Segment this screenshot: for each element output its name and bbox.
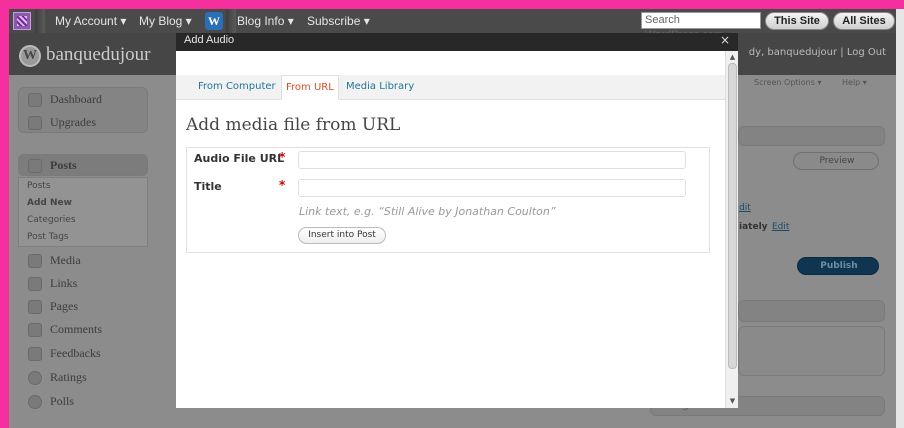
scroll-down-arrow-icon[interactable]: ▼	[726, 396, 739, 406]
preview-button[interactable]: Preview	[793, 152, 879, 170]
site-favicon-icon[interactable]	[13, 12, 31, 30]
media-icon	[28, 254, 42, 268]
publish-box-header	[738, 126, 885, 146]
tab-media-library[interactable]: Media Library	[342, 75, 418, 100]
menu-item-pages[interactable]: Pages	[18, 296, 148, 318]
scrollbar-thumb[interactable]	[728, 63, 737, 369]
dashboard-icon	[28, 93, 42, 107]
menu-item-feedbacks[interactable]: Feedbacks	[18, 343, 148, 365]
required-mark: *	[279, 150, 286, 164]
submenu-item-post-tags[interactable]: Post Tags	[19, 229, 147, 246]
add-audio-modal: From Computer From URL Media Library Add…	[176, 51, 738, 408]
modal-titlebar: Add Audio	[176, 33, 738, 51]
menu-item-posts[interactable]: Posts	[18, 155, 148, 177]
page-scrollbar[interactable]	[896, 9, 904, 428]
media-tabs: From Computer From URL Media Library	[176, 75, 725, 100]
modal-title: Add Audio	[184, 34, 235, 46]
insert-into-post-button[interactable]: Insert into Post	[298, 227, 386, 244]
pages-icon	[28, 300, 42, 314]
sidebar-box	[738, 300, 885, 322]
posts-submenu: Posts Add New Categories Post Tags	[18, 177, 148, 247]
posts-icon	[28, 159, 42, 173]
links-icon	[28, 277, 42, 291]
modal-scrollbar[interactable]: ▲ ▼	[725, 51, 738, 408]
edit-schedule-link[interactable]: Edit	[772, 222, 789, 232]
all-sites-button[interactable]: All Sites	[833, 12, 895, 30]
menu-item-links[interactable]: Links	[18, 273, 148, 295]
comments-icon	[28, 323, 42, 337]
page-title: Add media file from URL	[186, 115, 401, 135]
audio-url-label: Audio File URL	[194, 152, 285, 165]
help-button[interactable]: Help ▾	[842, 78, 867, 87]
submenu-item-add-new[interactable]: Add New	[19, 195, 147, 212]
menu-item-media[interactable]: Media	[18, 250, 148, 272]
separator	[35, 9, 45, 33]
audio-url-field[interactable]	[298, 151, 686, 169]
edit-status-link[interactable]: dit	[739, 203, 751, 213]
search-input[interactable]: Search WordPress.com	[641, 12, 761, 41]
tab-from-url[interactable]: From URL	[281, 75, 339, 100]
menu-item-dashboard[interactable]: Dashboard	[18, 89, 148, 111]
site-name[interactable]: banquedujour	[46, 44, 150, 66]
upgrades-icon	[28, 116, 42, 130]
wordpress-logo-icon[interactable]: W	[205, 12, 223, 30]
link-text-hint: Link text, e.g. “Still Alive by Jonathan…	[299, 205, 556, 218]
my-account-menu[interactable]: My Account ▾	[55, 9, 126, 33]
my-blog-menu[interactable]: My Blog ▾	[139, 9, 192, 33]
publish-immediately-text: iately	[739, 222, 768, 232]
submenu-item-categories[interactable]: Categories	[19, 212, 147, 229]
title-label: Title	[194, 180, 222, 193]
screen-options-area: Screen Options ▾ Help ▾	[750, 75, 880, 93]
polls-icon	[28, 395, 42, 409]
separator	[226, 9, 236, 33]
admin-bar: My Account ▾ My Blog ▾ W Blog Info ▾ Sub…	[9, 9, 904, 41]
feedbacks-icon	[28, 347, 42, 361]
wordpress-site-logo-icon: W	[19, 45, 41, 67]
screen-options-button[interactable]: Screen Options ▾	[754, 78, 821, 87]
menu-item-polls[interactable]: Polls	[18, 391, 148, 413]
tab-from-computer[interactable]: From Computer	[194, 75, 280, 100]
title-field[interactable]	[298, 179, 686, 197]
url-form: Audio File URL * Title * Link text, e.g.…	[186, 147, 710, 253]
blog-info-menu[interactable]: Blog Info ▾	[237, 9, 294, 33]
this-site-button[interactable]: This Site	[765, 12, 829, 30]
subscribe-menu[interactable]: Subscribe ▾	[307, 9, 370, 33]
submenu-item-posts[interactable]: Posts	[19, 178, 147, 195]
required-mark: *	[279, 178, 286, 192]
menu-item-comments[interactable]: Comments	[18, 319, 148, 341]
howdy-logout-text[interactable]: dy, banquedujour | Log Out	[749, 47, 886, 58]
menu-item-ratings[interactable]: Ratings	[18, 367, 148, 389]
sidebar-box	[738, 326, 885, 376]
scroll-up-arrow-icon[interactable]: ▲	[726, 52, 739, 62]
publish-button[interactable]: Publish	[797, 257, 879, 275]
close-icon[interactable]: ×	[718, 33, 732, 47]
ratings-icon	[28, 371, 42, 385]
menu-item-upgrades[interactable]: Upgrades	[18, 112, 148, 134]
